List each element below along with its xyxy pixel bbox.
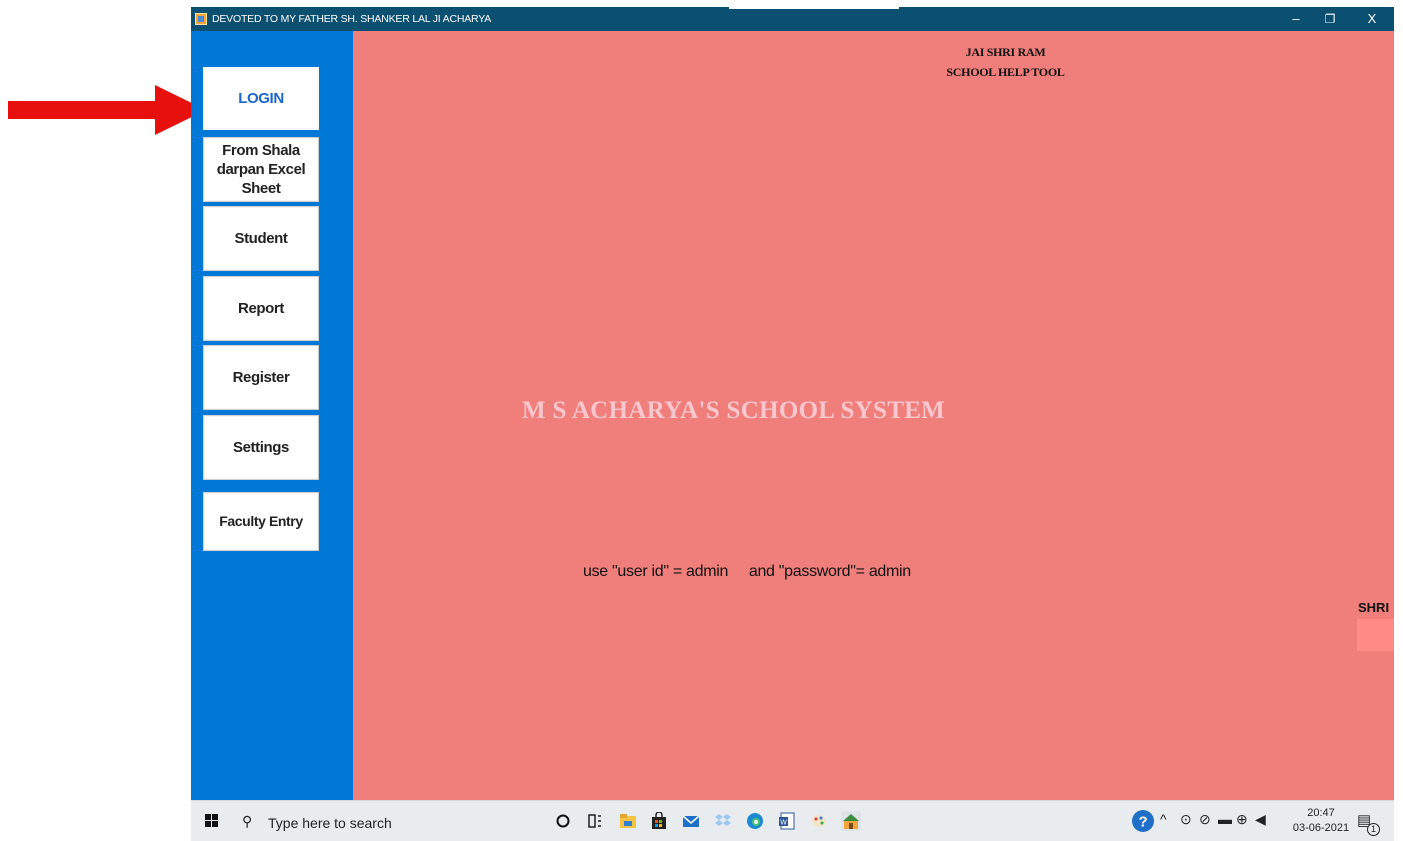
clock[interactable]: 20:47 03-06-2021 — [1291, 806, 1351, 836]
close-button[interactable]: X — [1361, 10, 1383, 28]
window-title: DEVOTED TO MY FATHER SH. SHANKER LAL JI … — [212, 13, 492, 25]
register-button[interactable]: Register — [203, 345, 319, 410]
taskbar: ⚲ Type here to search W ? ^ ⊙ ⊘ ▬ ⊕ ◀ 20… — [191, 800, 1394, 841]
main-panel: JAI SHRI RAM SCHOOL HELP TOOL M S ACHARY… — [353, 31, 1394, 800]
paint-app-icon[interactable] — [809, 811, 829, 831]
minimize-button[interactable]: – — [1285, 10, 1307, 28]
volume-icon[interactable]: ◀ — [1255, 811, 1266, 828]
svg-text:?: ? — [1139, 814, 1148, 831]
sidebar: LOGIN From Shala darpan Excel Sheet Stud… — [191, 31, 353, 800]
file-explorer-icon[interactable] — [618, 811, 638, 831]
search-icon: ⚲ — [242, 813, 253, 829]
shri-label: SHRI — [1358, 600, 1390, 615]
help-icon[interactable]: ? — [1131, 809, 1155, 833]
edge-browser-icon[interactable] — [745, 811, 765, 831]
student-button[interactable]: Student — [203, 206, 319, 271]
dropbox-icon[interactable] — [713, 811, 733, 831]
title-bar[interactable]: DEVOTED TO MY FATHER SH. SHANKER LAL JI … — [191, 7, 1394, 31]
shri-color-swatch — [1357, 619, 1394, 651]
svg-text:W: W — [780, 820, 787, 827]
restore-button[interactable]: ❐ — [1319, 10, 1341, 28]
school-app-taskbar-icon[interactable] — [841, 811, 861, 831]
mail-icon[interactable] — [681, 811, 701, 831]
windows-start-icon[interactable] — [205, 814, 219, 828]
app-icon — [195, 13, 207, 25]
header-jai-shri-ram: JAI SHRI RAM — [965, 45, 1046, 59]
task-view-icon[interactable] — [585, 811, 605, 831]
settings-button[interactable]: Settings — [203, 415, 319, 480]
login-button[interactable]: LOGIN — [203, 67, 319, 130]
store-icon[interactable] — [649, 811, 669, 831]
annotation-arrow — [8, 85, 206, 135]
login-hint: use "user id" = admin and "password"= ad… — [583, 563, 911, 580]
faculty-entry-button[interactable]: Faculty Entry — [203, 492, 319, 551]
tray-chevron-icon[interactable]: ^ — [1160, 811, 1167, 827]
report-button[interactable]: Report — [203, 276, 319, 341]
word-document-icon[interactable]: W — [777, 811, 797, 831]
shala-darpan-import-button[interactable]: From Shala darpan Excel Sheet — [203, 137, 319, 202]
clock-date: 03-06-2021 — [1292, 822, 1350, 834]
meet-now-icon[interactable]: ⊙ — [1180, 811, 1192, 828]
network-icon[interactable]: ⊕ — [1236, 811, 1248, 828]
battery-icon[interactable]: ▬ — [1218, 811, 1232, 827]
onedrive-off-icon[interactable]: ⊘ — [1199, 811, 1211, 828]
clock-time: 20:47 — [1307, 807, 1335, 819]
cortana-icon[interactable] — [553, 811, 573, 831]
brand-title: M S ACHARYA'S SCHOOL SYSTEM — [522, 397, 946, 424]
notification-count-badge: 1 — [1367, 823, 1380, 836]
title-accent-line — [729, 7, 899, 9]
taskbar-search-input[interactable]: Type here to search — [268, 815, 392, 831]
header-school-help-tool: SCHOOL HELP TOOL — [946, 65, 1065, 79]
app-window: DEVOTED TO MY FATHER SH. SHANKER LAL JI … — [191, 7, 1394, 800]
